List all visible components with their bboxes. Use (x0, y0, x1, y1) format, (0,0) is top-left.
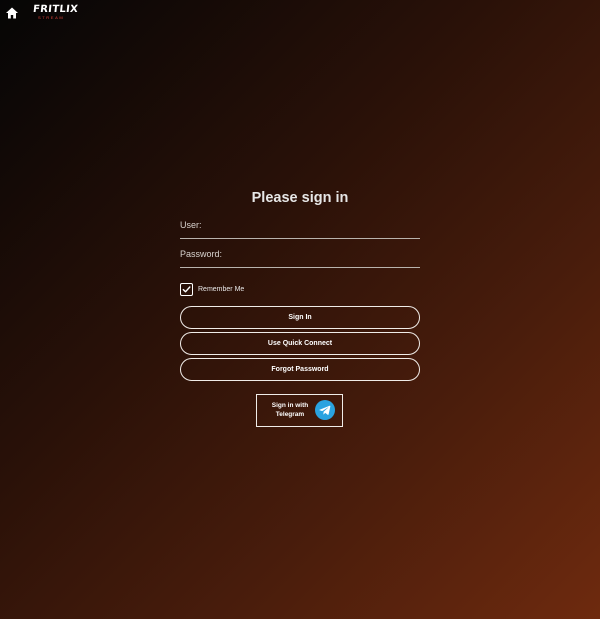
telegram-login-button[interactable]: Sign in with Telegram (256, 394, 343, 427)
remember-me-label: Remember Me (198, 286, 245, 293)
forgot-password-button[interactable]: Forgot Password (180, 358, 420, 381)
telegram-label: Sign in with Telegram (265, 401, 315, 419)
app-logo[interactable]: FRITLIX STREAM (32, 4, 79, 21)
checkmark-icon (182, 286, 191, 293)
top-bar: FRITLIX STREAM (0, 0, 600, 26)
password-field[interactable]: Password: (180, 243, 420, 268)
remember-me-checkbox[interactable] (180, 283, 193, 296)
home-button[interactable] (5, 6, 19, 20)
home-icon (6, 7, 18, 19)
user-input[interactable] (180, 214, 420, 238)
telegram-label-line2: Telegram (275, 411, 305, 418)
logo-subtext: STREAM (38, 15, 65, 20)
page-title: Please sign in (251, 190, 349, 206)
telegram-icon (315, 400, 335, 420)
password-input[interactable] (180, 243, 420, 267)
login-form: Please sign in User: Password: Remember … (180, 188, 420, 381)
sign-in-button[interactable]: Sign In (180, 306, 420, 329)
quick-connect-button[interactable]: Use Quick Connect (180, 332, 420, 355)
user-field[interactable]: User: (180, 214, 420, 239)
logo-text: FRITLIX (32, 4, 79, 15)
telegram-label-line1: Sign in with (271, 402, 309, 409)
remember-me-row: Remember Me (180, 283, 420, 296)
